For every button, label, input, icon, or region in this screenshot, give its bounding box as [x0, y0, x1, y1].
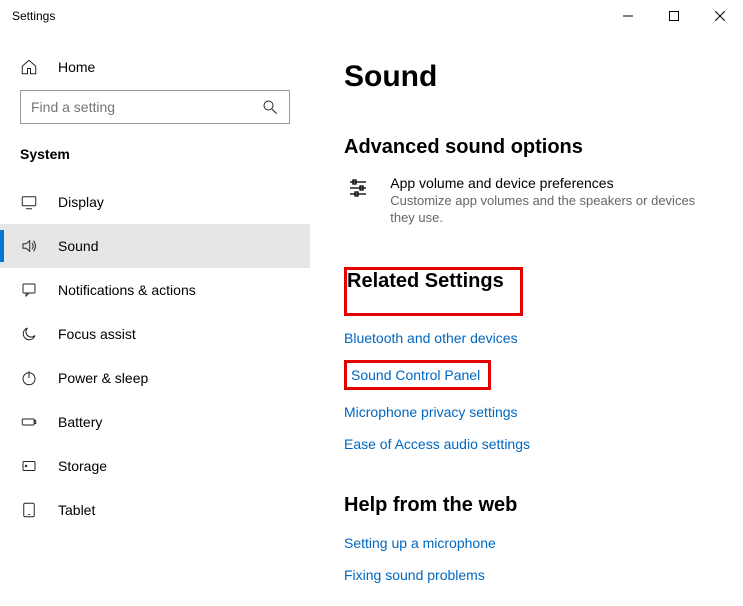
link-sound-control-panel[interactable]: Sound Control Panel: [351, 367, 480, 383]
sidebar-item-sound[interactable]: Sound: [0, 224, 310, 268]
sidebar: Home System Display Sound: [0, 32, 310, 606]
maximize-button[interactable]: [651, 0, 697, 32]
help-heading: Help from the web: [344, 494, 709, 517]
related-settings-heading: Related Settings: [347, 270, 504, 293]
search-icon: [261, 98, 279, 116]
tablet-icon: [20, 501, 38, 519]
sidebar-item-display[interactable]: Display: [0, 180, 310, 224]
sidebar-item-battery[interactable]: Battery: [0, 400, 310, 444]
home-button[interactable]: Home: [0, 50, 310, 90]
sidebar-item-storage[interactable]: Storage: [0, 444, 310, 488]
close-button[interactable]: [697, 0, 743, 32]
sidebar-item-tablet[interactable]: Tablet: [0, 488, 310, 532]
link-bluetooth-devices[interactable]: Bluetooth and other devices: [344, 322, 709, 354]
sidebar-item-focus-assist[interactable]: Focus assist: [0, 312, 310, 356]
sidebar-item-label: Power & sleep: [58, 370, 148, 386]
link-ease-of-access-audio[interactable]: Ease of Access audio settings: [344, 428, 709, 460]
app-volume-title: App volume and device preferences: [390, 175, 709, 191]
sidebar-group-label: System: [0, 142, 310, 180]
home-label: Home: [58, 59, 95, 75]
notifications-icon: [20, 281, 38, 299]
storage-icon: [20, 457, 38, 475]
power-icon: [20, 369, 38, 387]
main-content: Sound Advanced sound options App volume …: [310, 32, 743, 606]
battery-icon: [20, 413, 38, 431]
sidebar-item-notifications[interactable]: Notifications & actions: [0, 268, 310, 312]
link-fixing-sound[interactable]: Fixing sound problems: [344, 559, 709, 591]
advanced-heading: Advanced sound options: [344, 136, 709, 159]
sidebar-item-label: Battery: [58, 414, 102, 430]
sidebar-item-label: Storage: [58, 458, 107, 474]
sidebar-item-label: Tablet: [58, 502, 95, 518]
minimize-button[interactable]: [605, 0, 651, 32]
window-title: Settings: [12, 9, 55, 23]
search-input[interactable]: [31, 99, 261, 115]
link-microphone-privacy[interactable]: Microphone privacy settings: [344, 396, 709, 428]
sidebar-item-label: Display: [58, 194, 104, 210]
sliders-icon: [344, 175, 372, 199]
titlebar: Settings: [0, 0, 743, 32]
app-volume-row[interactable]: App volume and device preferences Custom…: [344, 175, 709, 227]
highlight-sound-control-panel: Sound Control Panel: [344, 360, 491, 390]
link-setup-microphone[interactable]: Setting up a microphone: [344, 527, 709, 559]
highlight-related-settings: Related Settings: [344, 267, 523, 316]
sidebar-item-power-sleep[interactable]: Power & sleep: [0, 356, 310, 400]
home-icon: [20, 58, 38, 76]
focus-assist-icon: [20, 325, 38, 343]
sidebar-item-label: Notifications & actions: [58, 282, 196, 298]
sound-icon: [20, 237, 38, 255]
sidebar-item-label: Focus assist: [58, 326, 136, 342]
search-box[interactable]: [20, 90, 290, 124]
app-volume-desc: Customize app volumes and the speakers o…: [390, 193, 709, 227]
sidebar-item-label: Sound: [58, 238, 98, 254]
page-title: Sound: [344, 60, 709, 94]
display-icon: [20, 193, 38, 211]
